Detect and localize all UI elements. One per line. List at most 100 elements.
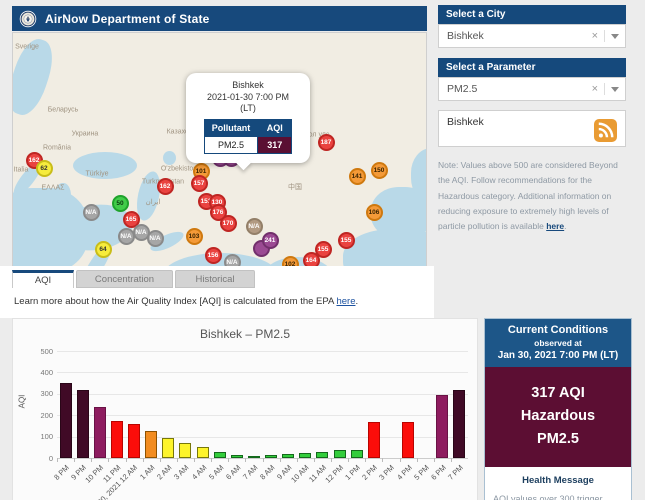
aqi-marker[interactable]: 103	[185, 227, 203, 245]
aqi-marker[interactable]: N/A	[117, 227, 135, 245]
aqi-marker[interactable]: N/A	[245, 217, 263, 235]
chart-bar[interactable]	[247, 456, 260, 459]
aqi-marker[interactable]: N/A	[146, 229, 164, 247]
aqi-map[interactable]: Sverige Беларусь Украина România Italia ΕΛΛΑΣ…	[12, 32, 427, 268]
aqi-value: 317 AQI	[531, 385, 585, 401]
chart-bar[interactable]	[179, 443, 192, 458]
chart-bar[interactable]	[162, 438, 175, 458]
learn-more-link[interactable]: here	[336, 296, 355, 307]
chart-bar[interactable]	[350, 449, 363, 458]
chart-bar[interactable]	[265, 455, 278, 458]
chart-x-tick	[211, 458, 213, 462]
chart-x-tick-label: 6 PM	[428, 463, 448, 482]
city-clear-icon[interactable]: ×	[592, 30, 598, 42]
map-country-label: ایران	[145, 199, 161, 206]
beyond-aqi-note: Note: Values above 500 are considered Be…	[438, 158, 632, 234]
aqi-marker[interactable]: 64	[94, 240, 112, 258]
aqi-marker[interactable]: 141	[348, 167, 366, 185]
city-feed-box: Bishkek	[438, 110, 626, 147]
chart-bar[interactable]	[76, 389, 89, 458]
page-title: AirNow Department of State	[45, 11, 210, 26]
city-select-header: Select a City	[438, 5, 626, 24]
parameter-select-value: PM2.5	[447, 83, 478, 95]
learn-more-pre: Learn more about how the Air Quality Ind…	[14, 296, 337, 307]
tab-aqi[interactable]: AQI	[12, 270, 74, 288]
chart-x-tick	[57, 458, 58, 462]
chart-bar[interactable]	[59, 383, 72, 458]
aqi-marker[interactable]: 170	[219, 214, 237, 232]
divider	[604, 30, 605, 42]
chart-bar[interactable]	[93, 406, 106, 458]
chart-bar[interactable]	[367, 421, 380, 458]
chart-x-tick	[416, 458, 418, 462]
chart-x-tick-label: 11 AM	[306, 463, 328, 485]
chart-x-tick-label: 4 AM	[189, 463, 208, 482]
chart-bar[interactable]	[299, 452, 312, 459]
popup-pollutant-value: PM2.5	[203, 136, 259, 155]
aqi-marker[interactable]: 241	[261, 231, 279, 249]
observed-time: Jan 30, 2021 7:00 PM (LT)	[497, 350, 619, 361]
aqi-marker[interactable]: 50	[111, 194, 129, 212]
parameter-select[interactable]: PM2.5 ×	[438, 77, 626, 101]
rss-feed-button[interactable]	[594, 119, 617, 142]
chart-bar[interactable]	[196, 446, 209, 458]
chart-bar[interactable]	[402, 422, 415, 458]
chart-x-tick	[399, 458, 401, 462]
chart-bar[interactable]	[282, 454, 295, 458]
aqi-chart-panel: Bishkek – PM2.5 AQI 0 100 200 300 400 500 8 PM…	[12, 318, 478, 500]
chart-x-tick-label: 8 PM	[52, 463, 71, 482]
aqi-marker[interactable]: 162	[156, 177, 174, 195]
chart-bar[interactable]	[128, 423, 141, 458]
aqi-marker[interactable]: 62	[35, 159, 53, 177]
chart-x-tick-label: 10 PM	[83, 463, 106, 485]
aqi-marker[interactable]: 156	[204, 246, 222, 264]
aqi-marker[interactable]: 150	[370, 161, 388, 179]
chart-bar[interactable]	[316, 451, 329, 458]
chart-y-tick-label: 0	[48, 453, 53, 463]
aqi-status-block: 317 AQI Hazardous PM2.5	[485, 367, 631, 467]
city-select[interactable]: Bishkek ×	[438, 24, 626, 48]
current-conditions-panel: Current Conditions observed at Jan 30, 2…	[484, 318, 632, 500]
chart-bar[interactable]	[230, 454, 243, 458]
airnow-page: AirNow Department of State Sverige Белару…	[0, 0, 645, 500]
chart-gridline	[57, 415, 468, 417]
chart-bar[interactable]	[333, 449, 346, 458]
parameter-chevron-down-icon[interactable]	[611, 86, 619, 92]
chart-y-tick-label: 100	[40, 432, 53, 442]
aqi-marker[interactable]: 187	[317, 133, 335, 151]
chart-x-tick	[433, 458, 435, 462]
health-message-title: Health Message	[522, 474, 594, 486]
chart-x-tick	[450, 458, 452, 462]
chart-x-tick	[108, 458, 110, 462]
chart-bar[interactable]	[453, 390, 466, 458]
feed-city-label: Bishkek	[447, 116, 484, 128]
map-popup: Bishkek 2021-01-30 7:00 PM (LT) Pollutan…	[186, 73, 310, 171]
chart-x-tick-label: 8 AM	[258, 463, 277, 482]
chart-bar[interactable]	[213, 451, 226, 458]
chart-bar[interactable]	[436, 394, 449, 458]
note-here-link[interactable]: here	[546, 221, 564, 231]
chart-bar[interactable]	[110, 420, 123, 458]
chart-x-tick-label: 1 PM	[343, 463, 363, 482]
current-conditions-header: Current Conditions observed at Jan 30, 2…	[485, 319, 631, 367]
chart-x-tick-label: 2 PM	[360, 463, 380, 482]
tab-concentration[interactable]: Concentration	[76, 270, 173, 288]
chart-x-tick	[194, 458, 195, 462]
chart-bar[interactable]	[145, 430, 158, 458]
chart-x-tick-label: 7 AM	[240, 463, 260, 482]
chart-x-tick	[331, 458, 332, 462]
aqi-marker[interactable]: 157	[190, 174, 208, 192]
parameter-select-header: Select a Parameter	[438, 58, 626, 77]
aqi-marker[interactable]: 106	[365, 203, 383, 221]
aqi-marker[interactable]: N/A	[82, 203, 100, 221]
map-country-label: România	[42, 144, 72, 152]
map-country-label: O'zbekiston	[160, 165, 198, 173]
parameter-clear-icon[interactable]: ×	[592, 83, 598, 95]
chart-gridline	[57, 372, 468, 374]
chart-x-tick-label: 7 PM	[446, 463, 465, 482]
chart-x-tick	[125, 458, 127, 462]
chart-x-tick	[348, 458, 350, 462]
tab-historical[interactable]: Historical	[175, 270, 255, 288]
city-chevron-down-icon[interactable]	[611, 33, 619, 39]
aqi-marker[interactable]: 155	[337, 231, 355, 249]
